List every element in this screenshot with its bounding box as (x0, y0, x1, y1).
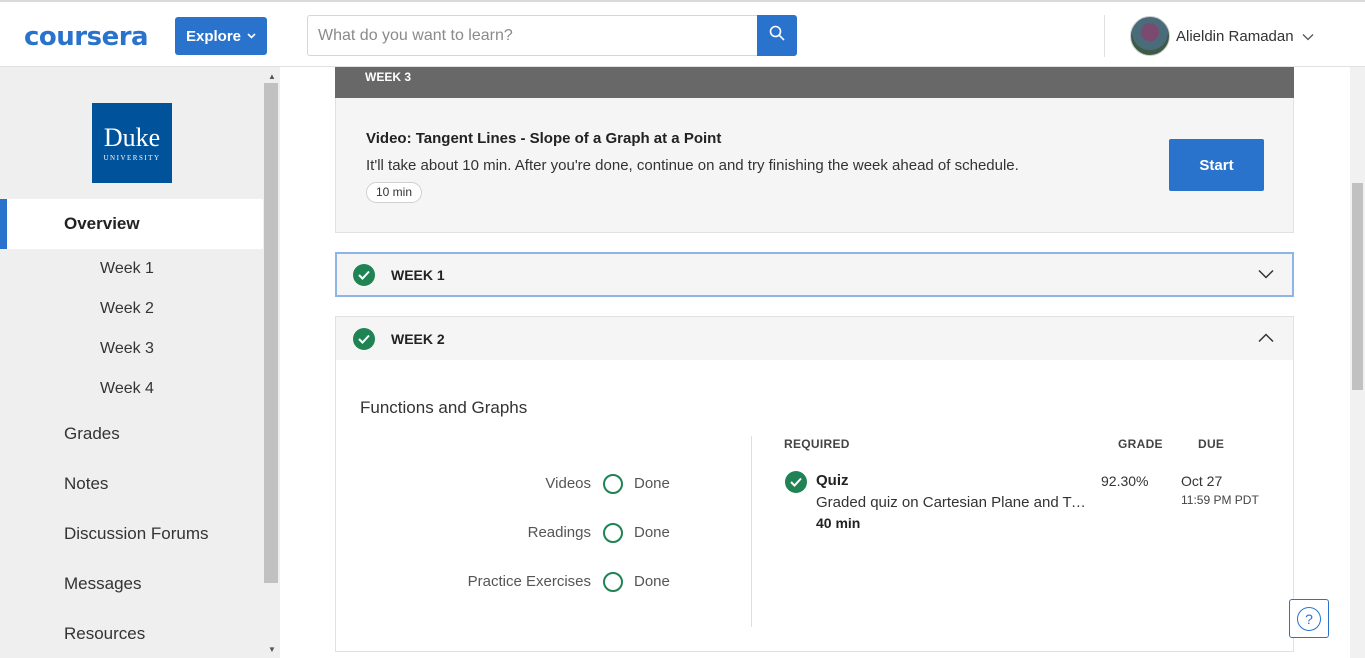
avatar[interactable] (1130, 16, 1170, 56)
sidebar-item-notes[interactable]: Notes (64, 474, 108, 494)
explore-button[interactable]: Explore (175, 17, 267, 55)
progress-status: Done (634, 475, 670, 492)
user-name: Alieldin Ramadan (1176, 28, 1294, 45)
sidebar-item-week-1[interactable]: Week 1 (100, 260, 154, 278)
progress-ring-icon (603, 474, 623, 494)
duration-badge: 10 min (366, 182, 423, 203)
help-button[interactable]: ? (1289, 599, 1329, 638)
next-item-subtitle: It'll take about 10 min. After you're do… (366, 157, 1019, 174)
quiz-description[interactable]: Graded quiz on Cartesian Plane and Types… (816, 494, 1086, 511)
search-icon (769, 25, 785, 46)
sidebar-scrollbar[interactable] (264, 83, 278, 583)
sidebar-item-overview[interactable]: Overview (0, 199, 263, 249)
sidebar-item-week-3[interactable]: Week 3 (100, 340, 154, 358)
explore-label: Explore (185, 27, 242, 45)
search-input[interactable] (318, 26, 757, 45)
help-icon: ? (1297, 606, 1321, 631)
quiz-title[interactable]: Quiz (816, 472, 849, 489)
top-header: coursera Explore Alieldin Ramadan (0, 0, 1365, 67)
chevron-down-icon (247, 31, 256, 42)
user-menu[interactable]: Alieldin Ramadan (1176, 28, 1314, 45)
sidebar-item-grades[interactable]: Grades (64, 424, 120, 444)
week-2-label: WEEK 2 (391, 330, 445, 347)
search-field[interactable] (307, 15, 757, 56)
progress-status: Done (634, 524, 670, 541)
due-header: DUE (1198, 437, 1225, 451)
module-heading: Functions and Graphs (360, 398, 528, 417)
course-sidebar: Duke UNIVERSITY Overview Week 1 Week 2 W… (0, 67, 280, 658)
check-icon (353, 263, 375, 286)
progress-ring-icon (603, 572, 623, 592)
header-divider (1104, 15, 1105, 57)
required-header: REQUIRED (784, 437, 850, 451)
coursera-logo[interactable]: coursera (24, 22, 149, 52)
quiz-duration: 40 min (816, 515, 861, 531)
sidebar-item-messages[interactable]: Messages (64, 574, 141, 594)
next-item-card: Video: Tangent Lines - Slope of a Graph … (335, 98, 1294, 233)
check-icon (785, 471, 807, 493)
grade-header: GRADE (1118, 437, 1163, 451)
sidebar-item-resources[interactable]: Resources (64, 624, 145, 644)
scroll-up-arrow-icon[interactable]: ▲ (268, 72, 276, 81)
page-scrollbar-thumb[interactable] (1352, 183, 1363, 390)
next-item-title[interactable]: Video: Tangent Lines - Slope of a Graph … (366, 130, 721, 147)
sidebar-item-week-2[interactable]: Week 2 (100, 300, 154, 318)
progress-ring-icon (603, 523, 623, 543)
scroll-down-arrow-icon[interactable]: ▼ (268, 645, 276, 654)
progress-status: Done (634, 573, 670, 590)
progress-label-videos: Videos (545, 475, 591, 492)
university-name: Duke (103, 123, 161, 152)
week-1-label: WEEK 1 (391, 266, 445, 283)
start-button[interactable]: Start (1169, 139, 1264, 191)
university-logo[interactable]: Duke UNIVERSITY (92, 103, 172, 183)
week-1-accordion[interactable]: WEEK 1 (335, 252, 1294, 297)
quiz-due-time: 11:59 PM PDT (1181, 493, 1259, 507)
search-button[interactable] (757, 15, 797, 56)
progress-label-practice-exercises: Practice Exercises (467, 573, 591, 590)
week-2-accordion[interactable]: WEEK 2 (335, 316, 1294, 360)
chevron-up-icon (1258, 330, 1274, 348)
check-icon (353, 327, 375, 350)
quiz-due-date: Oct 27 (1181, 473, 1223, 489)
quiz-grade: 92.30% (1101, 473, 1149, 489)
week-3-banner: WEEK 3 (335, 67, 1294, 98)
university-sub: UNIVERSITY (103, 154, 161, 162)
chevron-down-icon (1258, 266, 1274, 284)
chevron-down-icon (1302, 28, 1314, 45)
progress-label-readings: Readings (527, 524, 591, 541)
sidebar-item-week-4[interactable]: Week 4 (100, 380, 154, 398)
column-divider (751, 436, 752, 627)
week-2-content: Functions and Graphs Videos Done Reading… (335, 360, 1294, 652)
main-content: WEEK 3 Video: Tangent Lines - Slope of a… (280, 67, 1350, 658)
sidebar-item-discussion-forums[interactable]: Discussion Forums (64, 524, 209, 544)
